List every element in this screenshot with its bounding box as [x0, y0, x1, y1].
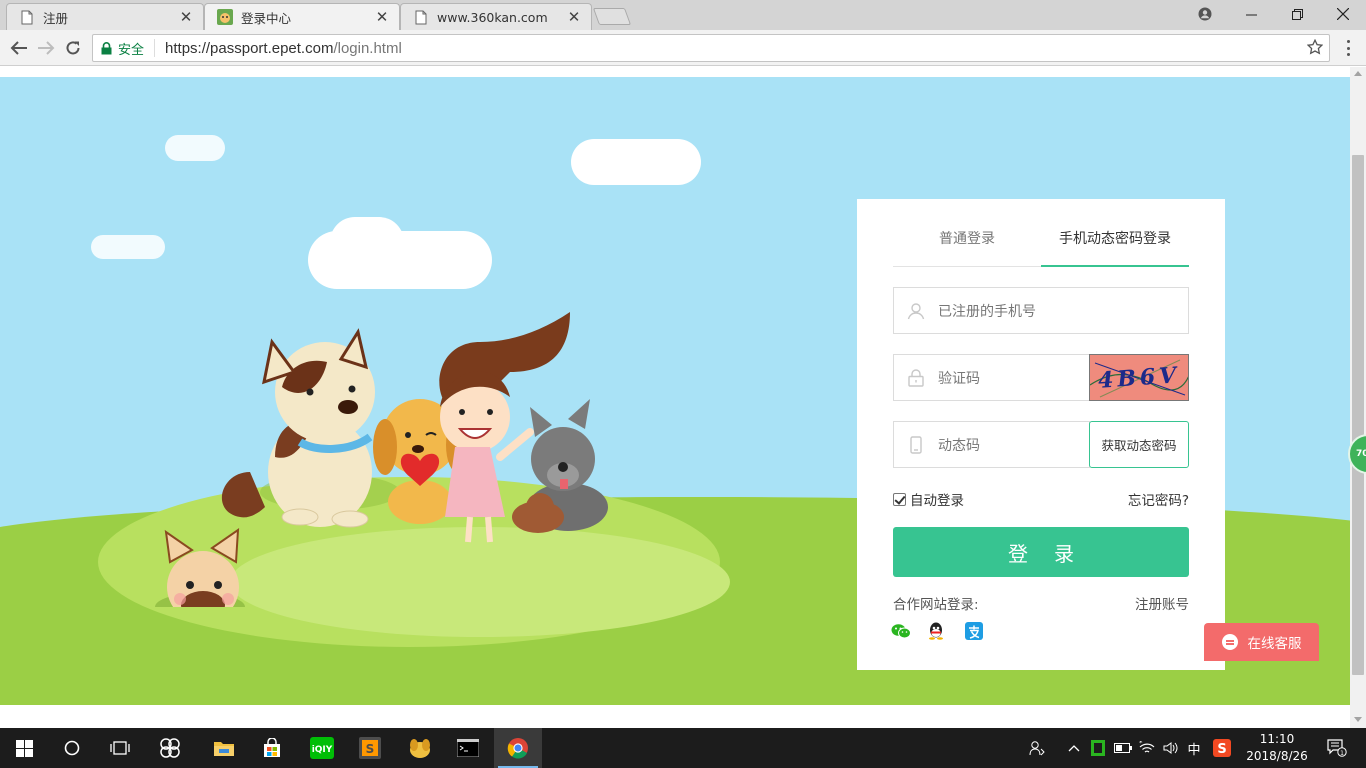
close-icon[interactable]: ✕ — [179, 10, 193, 25]
restore-button[interactable] — [1274, 0, 1320, 28]
wifi-icon[interactable]: * — [1136, 728, 1158, 768]
bookmark-star-icon[interactable] — [1306, 38, 1324, 59]
sogou-input-icon[interactable]: S — [1210, 728, 1234, 768]
cmd-icon[interactable] — [444, 728, 492, 768]
tab-mobile-dynamic-login[interactable]: 手机动态密码登录 — [1041, 221, 1189, 267]
file-explorer-icon[interactable] — [200, 728, 248, 768]
login-submit-button[interactable]: 登录 — [893, 527, 1189, 577]
cloud-shape — [165, 135, 225, 161]
tab-normal-login[interactable]: 普通登录 — [893, 221, 1041, 266]
scroll-up-arrow-icon[interactable] — [1354, 71, 1362, 76]
browser-tab-strip: 注册 ✕ 登录中心 ✕ www.360kan.com ✕ — [0, 0, 1366, 30]
secure-label: 安全 — [118, 42, 145, 58]
notification-count: 1 — [1340, 750, 1344, 757]
new-tab-button[interactable] — [592, 8, 632, 25]
captcha-image[interactable]: 4B6V — [1089, 354, 1189, 401]
green-app-tray-icon[interactable] — [1088, 728, 1108, 768]
scroll-down-arrow-icon[interactable] — [1354, 717, 1362, 722]
forgot-password-link[interactable]: 忘记密码? — [1128, 489, 1189, 509]
windows-start-icon[interactable] — [0, 728, 48, 768]
checkbox-checked-icon[interactable] — [893, 492, 906, 506]
phone-input[interactable]: 已注册的手机号 — [893, 287, 1189, 334]
page-icon — [19, 9, 35, 25]
captcha-input[interactable]: 验证码 — [893, 354, 1090, 401]
dynamic-code-placeholder: 动态码 — [938, 437, 980, 454]
chrome-icon[interactable] — [494, 728, 542, 768]
pinwheel-app-icon[interactable] — [146, 728, 194, 768]
url-host: https://passport.epet.com — [165, 39, 334, 57]
browser-toolbar: 安全 https://passport.epet.com/login.html — [0, 30, 1366, 66]
tab-title: 注册 — [43, 10, 69, 26]
clock-time: 11:10 — [1259, 732, 1295, 746]
user-icon — [894, 288, 938, 333]
chat-bubble-icon — [1221, 634, 1238, 650]
cloud-shape — [91, 235, 165, 259]
page-icon — [413, 9, 429, 25]
svg-text:iQIY: iQIY — [312, 745, 333, 755]
clock-date: 2018/8/26 — [1246, 749, 1308, 763]
battery-icon[interactable] — [1112, 728, 1134, 768]
phone-placeholder: 已注册的手机号 — [938, 303, 1036, 320]
forward-button[interactable] — [33, 35, 59, 61]
secure-indicator[interactable]: 安全 — [93, 39, 156, 58]
task-view-icon[interactable] — [96, 728, 144, 768]
people-icon[interactable] — [1026, 728, 1048, 768]
url-path: /login.html — [333, 39, 402, 57]
browser-menu-icon[interactable] — [1340, 38, 1356, 58]
register-link[interactable]: 注册账号 — [1135, 593, 1189, 613]
hero-illustration: 普通登录 手机动态密码登录 已注册的手机号 验证码 4B6V 动态码 获取动态密… — [0, 77, 1350, 705]
close-icon[interactable]: ✕ — [567, 10, 581, 25]
svg-text:*: * — [1139, 741, 1143, 747]
ime-indicator[interactable]: 中 — [1184, 728, 1204, 768]
address-bar[interactable]: 安全 https://passport.epet.com/login.html — [92, 34, 1330, 62]
scrollbar-thumb[interactable] — [1352, 155, 1364, 675]
tab-360kan[interactable]: www.360kan.com ✕ — [400, 3, 592, 30]
online-service-label: 在线客服 — [1247, 636, 1302, 652]
windows-taskbar: iQIY S * 中 S 11:10 2018/8/26 1 — [0, 728, 1366, 768]
qq-icon[interactable] — [926, 621, 946, 641]
minimize-button[interactable] — [1228, 0, 1274, 28]
dynamic-code-input[interactable]: 动态码 — [893, 421, 1090, 468]
reload-button[interactable] — [60, 35, 86, 61]
volume-icon[interactable] — [1160, 728, 1182, 768]
cloud-shape — [571, 139, 701, 185]
tab-title: www.360kan.com — [437, 9, 548, 25]
phone-icon — [894, 422, 938, 467]
get-dynamic-code-button[interactable]: 获取动态密码 — [1089, 421, 1189, 468]
tab-title: 登录中心 — [241, 10, 292, 26]
sublime-text-icon[interactable]: S — [346, 728, 394, 768]
store-icon[interactable] — [248, 728, 296, 768]
pets-and-girl-illustration — [155, 312, 608, 607]
auto-login-label: 自动登录 — [910, 493, 964, 509]
page-viewport: 普通登录 手机动态密码登录 已注册的手机号 验证码 4B6V 动态码 获取动态密… — [0, 67, 1350, 728]
back-button[interactable] — [6, 35, 32, 61]
captcha-placeholder: 验证码 — [938, 370, 980, 387]
close-window-button[interactable] — [1320, 0, 1366, 28]
tab-register[interactable]: 注册 ✕ — [6, 3, 204, 30]
alipay-icon[interactable] — [964, 621, 984, 641]
tab-login-center[interactable]: 登录中心 ✕ — [204, 3, 400, 30]
page-scrollbar[interactable] — [1350, 67, 1366, 728]
lock-icon — [894, 355, 938, 400]
auto-login-checkbox[interactable]: 自动登录 — [893, 489, 964, 509]
online-service-button[interactable]: 在线客服 — [1204, 623, 1319, 661]
cloud-shape — [330, 217, 404, 267]
taskbar-clock[interactable]: 11:10 2018/8/26 — [1240, 731, 1314, 765]
profile-icon[interactable] — [1182, 0, 1228, 28]
url-text: https://passport.epet.com/login.html — [155, 40, 402, 57]
wechat-icon[interactable] — [891, 621, 911, 641]
iqiyi-icon[interactable]: iQIY — [298, 728, 346, 768]
svg-text:S: S — [1217, 742, 1226, 757]
epet-favicon — [217, 9, 233, 25]
login-tabs: 普通登录 手机动态密码登录 — [893, 221, 1189, 267]
partner-login-label: 合作网站登录: — [893, 597, 979, 613]
lock-icon — [101, 41, 112, 54]
login-card: 普通登录 手机动态密码登录 已注册的手机号 验证码 4B6V 动态码 获取动态密… — [857, 199, 1225, 670]
dog-app-icon[interactable] — [396, 728, 444, 768]
close-icon[interactable]: ✕ — [375, 10, 389, 25]
action-center-icon[interactable]: 1 — [1320, 728, 1354, 768]
show-hidden-icons-chevron-icon[interactable] — [1064, 728, 1084, 768]
svg-text:S: S — [366, 742, 375, 756]
search-circle-icon[interactable] — [48, 728, 96, 768]
